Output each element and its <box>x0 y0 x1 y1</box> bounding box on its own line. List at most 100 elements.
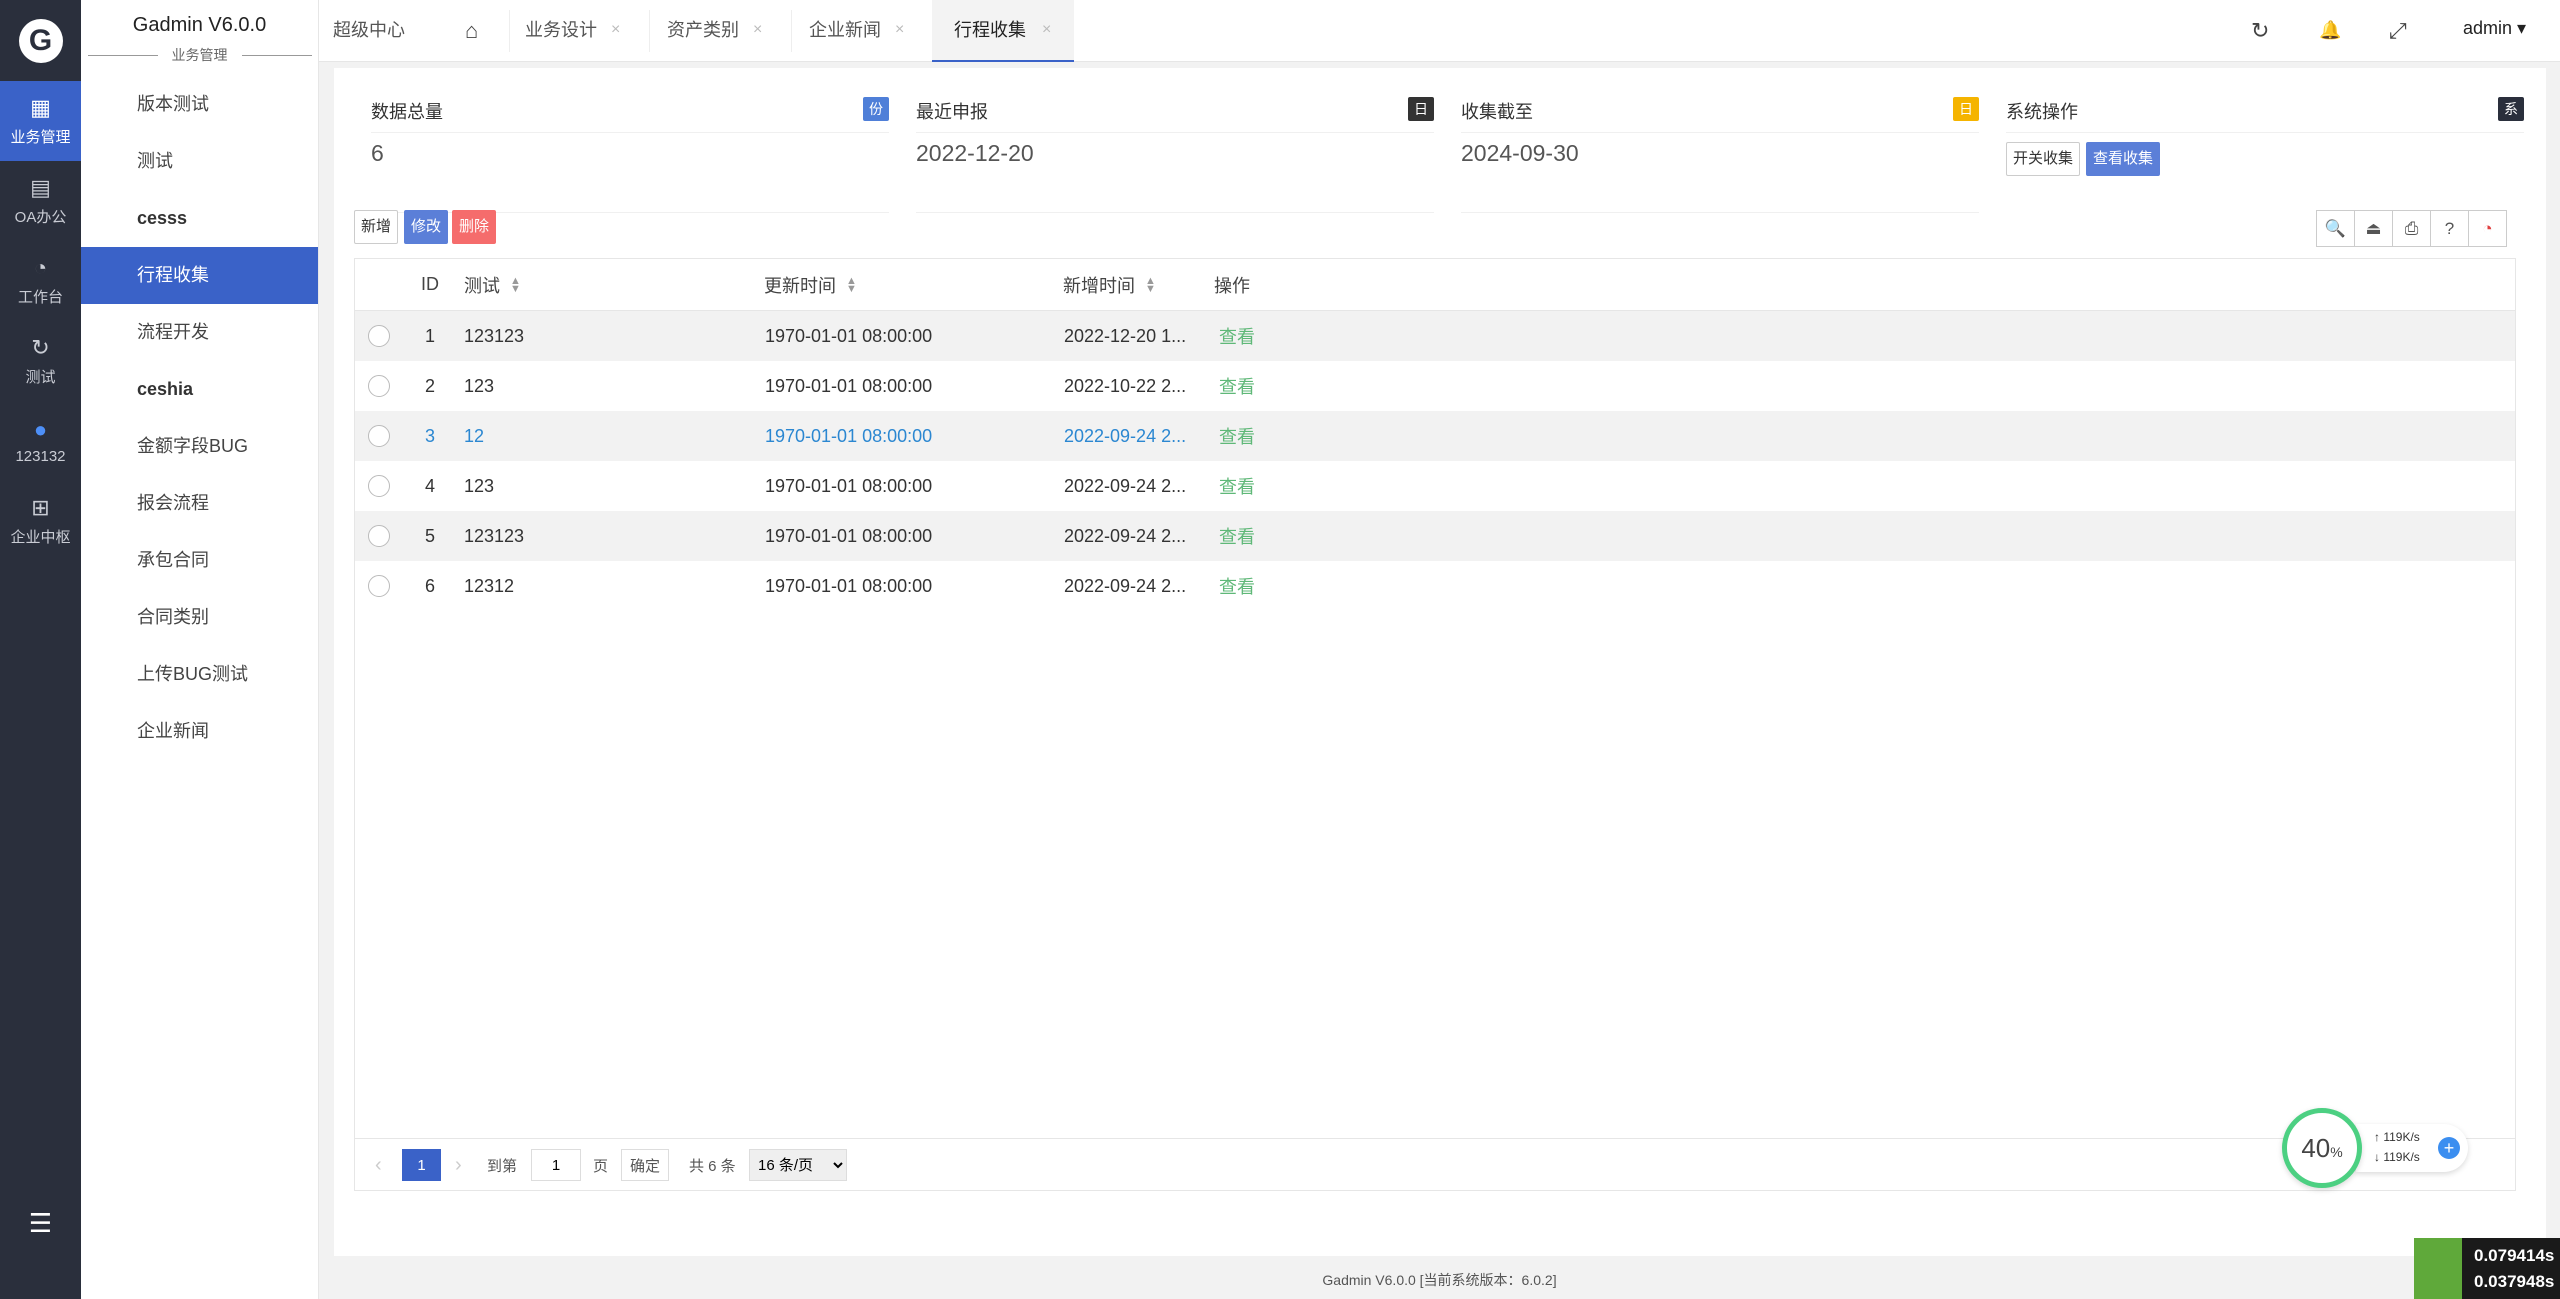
view-link[interactable]: 查看 <box>1219 561 1255 611</box>
fullscreen-icon[interactable]: ⤢ <box>2389 18 2407 44</box>
sidebar-item[interactable]: 流程开发 <box>81 304 318 361</box>
prev-page-icon[interactable]: ‹ <box>375 1149 382 1181</box>
tab-super-center[interactable]: 超级中心 <box>303 0 405 62</box>
meter-unit: % <box>2330 1144 2343 1160</box>
sidebar-item[interactable]: cesss <box>81 190 318 247</box>
tab-label: 企业新闻 <box>809 20 881 40</box>
sidebar-item[interactable]: 企业新闻 <box>81 703 318 760</box>
collapse-menu-icon[interactable]: ☰ <box>0 1208 81 1239</box>
add-button[interactable]: 新增 <box>354 210 399 244</box>
home-icon[interactable]: ⌂ <box>465 18 478 44</box>
sidebar-item[interactable]: 测试 <box>81 133 318 190</box>
export-icon[interactable]: ⏏ <box>2354 210 2393 247</box>
table-row[interactable]: 3 12 1970-01-01 08:00:00 2022-09-24 2...… <box>355 411 2515 461</box>
tab-business-design[interactable]: 业务设计 × <box>489 0 631 62</box>
col-created[interactable]: 新增时间 ▲ ▼ <box>1063 259 1156 310</box>
sidebar-item[interactable]: 金额字段BUG <box>81 418 318 475</box>
rail-item-business[interactable]: ▦ 业务管理 <box>0 81 81 161</box>
sidebar-item-active[interactable]: 行程收集 <box>81 247 318 304</box>
next-page-icon[interactable]: › <box>455 1149 462 1181</box>
row-radio[interactable] <box>368 475 390 497</box>
download-speed: ↓ 119K/s <box>2374 1150 2420 1164</box>
sort-icon[interactable]: ▲ ▼ <box>1145 275 1156 294</box>
cell-test: 123123 <box>464 325 525 346</box>
view-link[interactable]: 查看 <box>1219 411 1255 461</box>
col-id: ID <box>421 274 439 294</box>
module-subtitle: 业务管理 <box>81 45 318 65</box>
table-row[interactable]: 5 123123 1970-01-01 08:00:00 2022-09-24 … <box>355 511 2515 561</box>
help-icon[interactable]: ? <box>2430 210 2469 247</box>
col-test[interactable]: 测试 ▲ ▼ <box>464 259 521 310</box>
delete-button[interactable]: 删除 <box>452 210 497 244</box>
table-row[interactable]: 2 123 1970-01-01 08:00:00 2022-10-22 2..… <box>355 361 2515 411</box>
sidebar-item[interactable]: 承包合同 <box>81 532 318 589</box>
row-radio[interactable] <box>368 375 390 397</box>
view-collection-button[interactable]: 查看收集 <box>2086 142 2161 176</box>
user-menu[interactable]: admin ▾ <box>2463 18 2526 39</box>
table-row[interactable]: 1 123123 1970-01-01 08:00:00 2022-12-20 … <box>355 311 2515 361</box>
edit-button[interactable]: 修改 <box>404 210 449 244</box>
rail-item-test[interactable]: ↻ 测试 <box>0 321 81 401</box>
memory-meter[interactable]: 40% <box>2282 1108 2362 1188</box>
col-updated[interactable]: 更新时间 ▲ ▼ <box>764 259 857 310</box>
confirm-button[interactable]: 确定 <box>621 1149 670 1181</box>
row-radio[interactable] <box>368 525 390 547</box>
close-icon[interactable]: × <box>895 0 904 60</box>
grid-icon: ▦ <box>30 94 51 120</box>
cell-test: 12 <box>464 425 485 446</box>
rail-item-workbench[interactable]: ◔ 工作台 <box>0 241 81 321</box>
search-icon[interactable]: 🔍 <box>2316 210 2355 247</box>
row-radio[interactable] <box>368 325 390 347</box>
rail-item-hub[interactable]: ⊞ 企业中枢 <box>0 481 81 561</box>
rail-item-oa[interactable]: ▤ OA办公 <box>0 161 81 241</box>
page-unit-label: 页 <box>593 1157 609 1175</box>
cell-updated: 1970-01-01 08:00:00 <box>765 425 933 446</box>
data-table: ID 测试 ▲ ▼ 更新时间 ▲ ▼ 新增时间 ▲ ▼ 操作 1 123123 1970-0… <box>354 258 2516 1191</box>
stat-badge: 系 <box>2498 97 2524 121</box>
stat-badge: 日 <box>1408 97 1434 121</box>
gauge-icon[interactable]: ◔ <box>2468 210 2507 247</box>
rail-label: 企业中枢 <box>10 528 71 546</box>
print-icon[interactable]: ⎙ <box>2392 210 2431 247</box>
network-speed-widget[interactable]: ↑ 119K/s ↓ 119K/s + <box>2356 1124 2468 1172</box>
table-row[interactable]: 6 12312 1970-01-01 08:00:00 2022-09-24 2… <box>355 561 2515 611</box>
goto-page-input[interactable] <box>531 1149 581 1181</box>
view-link[interactable]: 查看 <box>1219 461 1255 511</box>
refresh-icon: ↻ <box>31 334 50 360</box>
toggle-collection-button[interactable]: 开关收集 <box>2006 142 2081 176</box>
brand: Gadmin V6.0.0 业务管理 <box>81 0 318 76</box>
tab-trip-collection[interactable]: 行程收集 × <box>932 0 1074 62</box>
sidebar-item[interactable]: 合同类别 <box>81 589 318 646</box>
row-radio[interactable] <box>368 575 390 597</box>
sidebar-item[interactable]: 上传BUG测试 <box>81 646 318 703</box>
refresh-icon[interactable]: ↻ <box>2251 18 2269 44</box>
page-1-button[interactable]: 1 <box>402 1149 441 1181</box>
app-logo[interactable]: G <box>0 0 81 81</box>
view-link[interactable]: 查看 <box>1219 361 1255 411</box>
close-icon[interactable]: × <box>753 0 762 60</box>
sidebar-item[interactable]: 版本测试 <box>81 76 318 133</box>
stat-title: 收集截至 <box>1461 102 1533 122</box>
rail-item-123132[interactable]: ● 123132 <box>0 401 81 481</box>
bell-icon[interactable]: 🔔 <box>2319 20 2341 41</box>
stat-badge: 日 <box>1953 97 1979 121</box>
tab-asset-category[interactable]: 资产类别 × <box>631 0 773 62</box>
page-size-select[interactable]: 16 条/页 <box>749 1149 847 1181</box>
col-action: 操作 <box>1214 275 1250 296</box>
stat-value: 2024-09-30 <box>1461 140 1579 166</box>
rail-label: 123132 <box>15 447 66 465</box>
penguin-icon: ● <box>33 416 48 442</box>
sidebar-item[interactable]: 报会流程 <box>81 475 318 532</box>
close-icon[interactable]: × <box>611 0 620 60</box>
sidebar-item[interactable]: ceshia <box>81 361 318 418</box>
close-icon[interactable]: × <box>1042 0 1051 60</box>
view-link[interactable]: 查看 <box>1219 511 1255 561</box>
cell-updated: 1970-01-01 08:00:00 <box>765 475 933 496</box>
tab-company-news[interactable]: 企业新闻 × <box>773 0 915 62</box>
row-radio[interactable] <box>368 425 390 447</box>
table-row[interactable]: 4 123 1970-01-01 08:00:00 2022-09-24 2..… <box>355 461 2515 511</box>
sort-icon[interactable]: ▲ ▼ <box>846 275 857 294</box>
view-link[interactable]: 查看 <box>1219 311 1255 361</box>
sort-icon[interactable]: ▲ ▼ <box>510 275 521 294</box>
boost-plus-icon[interactable]: + <box>2438 1137 2460 1159</box>
